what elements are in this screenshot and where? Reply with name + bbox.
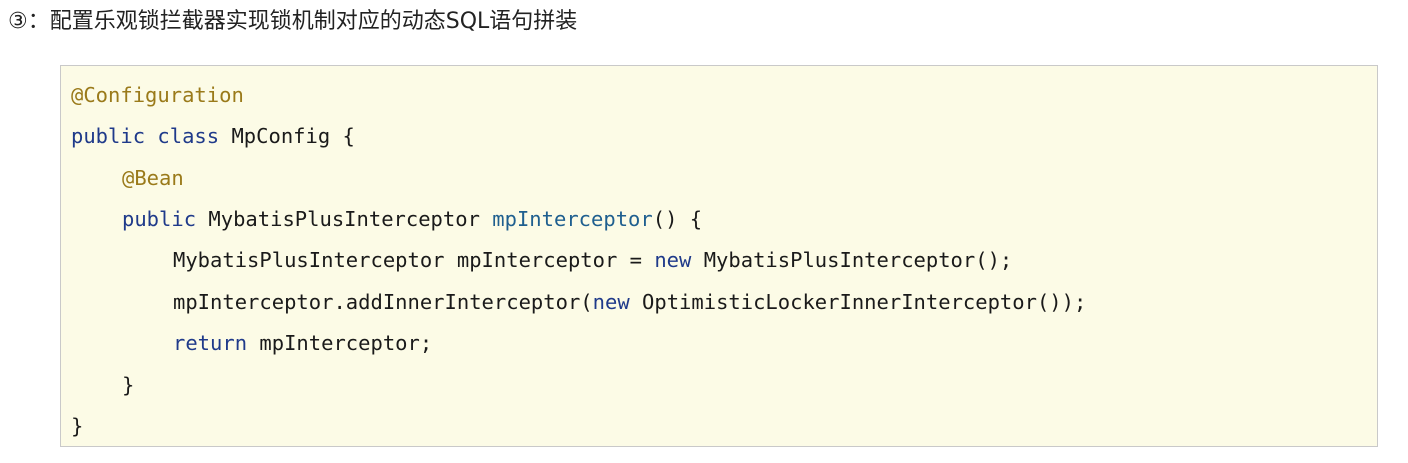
return-keyword: return — [173, 331, 248, 355]
code-line-6: mpInterceptor.addInnerInterceptor(new Op… — [71, 285, 1086, 319]
code-line-5: MybatisPlusInterceptor mpInterceptor = n… — [71, 243, 1012, 277]
class-declaration: MpConfig { — [219, 124, 355, 148]
constructor-call: OptimisticLockerInnerInterceptor()); — [629, 290, 1087, 314]
heading-text: ：配置乐观锁拦截器实现锁机制对应的动态SQL语句拼装 — [27, 9, 578, 34]
code-line-9: } — [71, 409, 83, 443]
code-line-3: @Bean — [71, 161, 184, 195]
method-call: mpInterceptor.addInnerInterceptor( — [173, 290, 593, 314]
code-block: @Configuration public class MpConfig { @… — [60, 65, 1378, 447]
class-close-brace: } — [71, 414, 84, 438]
method-signature-rest: () { — [652, 207, 703, 231]
code-line-4: public MybatisPlusInterceptor mpIntercep… — [71, 202, 702, 236]
code-line-1: @Configuration — [71, 78, 244, 112]
code-line-8: } — [71, 368, 134, 402]
public-keyword: public — [122, 207, 197, 231]
code-line-7: return mpInterceptor; — [71, 326, 432, 360]
code-line-2: public class MpConfig { — [71, 119, 355, 153]
return-value: mpInterceptor; — [247, 331, 433, 355]
method-close-brace: } — [122, 373, 135, 397]
new-keyword: new — [592, 290, 630, 314]
constructor-call: MybatisPlusInterceptor(); — [691, 248, 1013, 272]
return-type: MybatisPlusInterceptor — [196, 207, 493, 231]
configuration-annotation: @Configuration — [71, 83, 244, 107]
variable-declaration: MybatisPlusInterceptor mpInterceptor = — [173, 248, 655, 272]
bean-annotation: @Bean — [122, 166, 184, 190]
public-keyword: public — [71, 124, 146, 148]
method-name: mpInterceptor — [492, 207, 653, 231]
step-marker: ③ — [8, 9, 28, 34]
class-keyword: class — [157, 124, 220, 148]
section-heading: ③：配置乐观锁拦截器实现锁机制对应的动态SQL语句拼装 — [8, 4, 577, 40]
new-keyword: new — [654, 248, 692, 272]
